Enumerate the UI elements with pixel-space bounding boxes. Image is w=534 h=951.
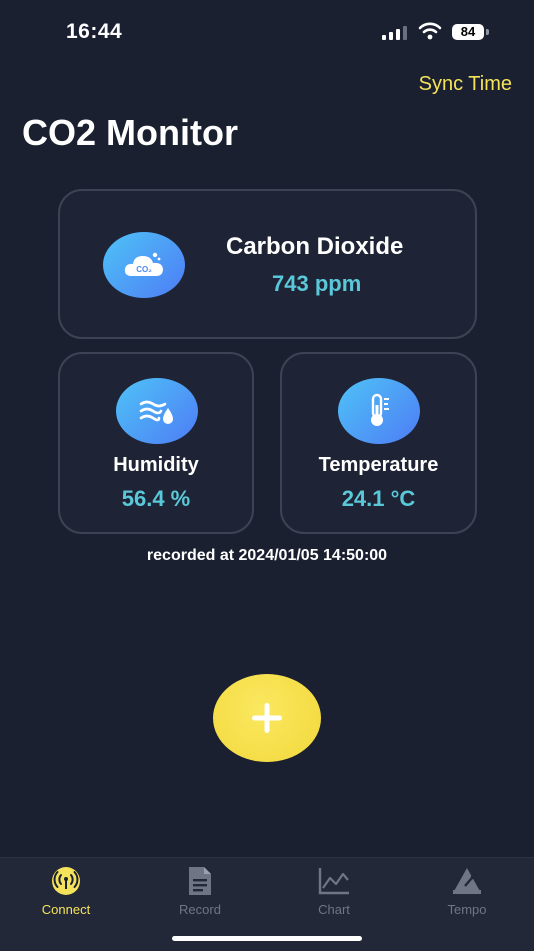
page-title: CO2 Monitor xyxy=(22,112,238,153)
humidity-card: Humidity 56.4 % xyxy=(58,352,254,534)
humidity-value: 56.4 % xyxy=(121,486,191,511)
tab-label-connect: Connect xyxy=(41,902,91,917)
tab-label-tempo: Tempo xyxy=(447,902,487,917)
wifi-icon xyxy=(418,22,442,40)
co2-card: CO₂ Carbon Dioxide 743 ppm xyxy=(58,189,477,339)
add-button[interactable] xyxy=(213,674,321,762)
line-chart-icon xyxy=(318,868,349,895)
document-icon xyxy=(189,867,211,895)
humidity-label: Humidity xyxy=(113,454,199,476)
tab-record[interactable]: Record xyxy=(145,864,255,924)
home-indicator xyxy=(172,936,362,941)
temperature-label: Temperature xyxy=(318,454,439,476)
plus-icon xyxy=(252,703,282,733)
tab-chart[interactable]: Chart xyxy=(279,864,389,924)
tab-connect[interactable]: Connect xyxy=(11,864,121,924)
tab-label-record: Record xyxy=(179,902,221,917)
thermometer-icon xyxy=(338,378,420,444)
cellular-signal-icon xyxy=(382,26,407,40)
status-bar: 16:44 84 xyxy=(0,0,534,64)
status-time: 16:44 xyxy=(66,20,123,43)
co2-label: Carbon Dioxide xyxy=(226,233,404,260)
co2-value: 743 ppm xyxy=(272,271,362,296)
battery-level: 84 xyxy=(452,24,484,40)
tab-tempo[interactable]: Tempo xyxy=(412,864,522,924)
metronome-icon xyxy=(453,868,481,894)
broadcast-icon xyxy=(52,867,80,895)
temperature-card: Temperature 24.1 °C xyxy=(280,352,477,534)
co2-icon-text: CO₂ xyxy=(136,265,152,274)
recorded-timestamp: recorded at 2024/01/05 14:50:00 xyxy=(146,547,388,564)
humidity-icon xyxy=(116,378,198,444)
temperature-value: 24.1 °C xyxy=(341,486,416,511)
sync-time-button[interactable]: Sync Time xyxy=(419,73,512,96)
co2-cloud-icon: CO₂ xyxy=(103,232,185,298)
tab-label-chart: Chart xyxy=(318,902,350,917)
battery-icon: 84 xyxy=(452,24,490,42)
